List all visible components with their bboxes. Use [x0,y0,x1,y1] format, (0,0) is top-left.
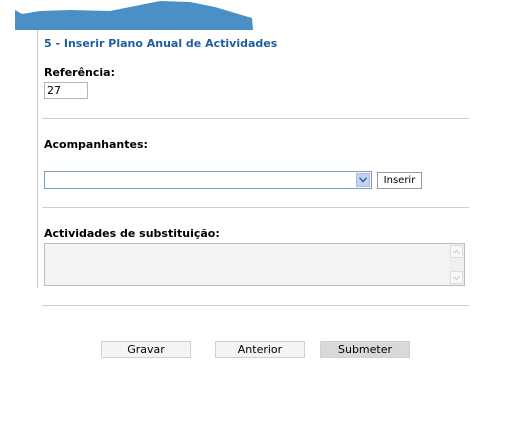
submit-button[interactable]: Submeter [320,341,410,358]
divider [42,207,469,208]
divider [42,305,469,306]
insert-button[interactable]: Inserir [377,172,422,189]
scrollbar[interactable] [449,244,464,285]
substituicao-label: Actividades de substituição: [44,227,220,240]
acompanhantes-label: Acompanhantes: [44,138,148,151]
page-title: 5 - Inserir Plano Anual de Actividades [44,37,278,50]
save-button[interactable]: Gravar [101,341,191,358]
scroll-down-icon[interactable] [450,271,463,284]
header-banner [15,1,253,30]
left-border-line [37,30,38,288]
previous-button[interactable]: Anterior [215,341,305,358]
referencia-label: Referência: [44,66,116,79]
chevron-down-icon[interactable] [356,173,370,187]
divider [42,118,469,119]
scroll-up-icon[interactable] [450,245,463,258]
referencia-field[interactable] [44,82,88,99]
acompanhantes-select[interactable] [44,171,372,189]
substituicao-textarea[interactable] [44,243,465,286]
